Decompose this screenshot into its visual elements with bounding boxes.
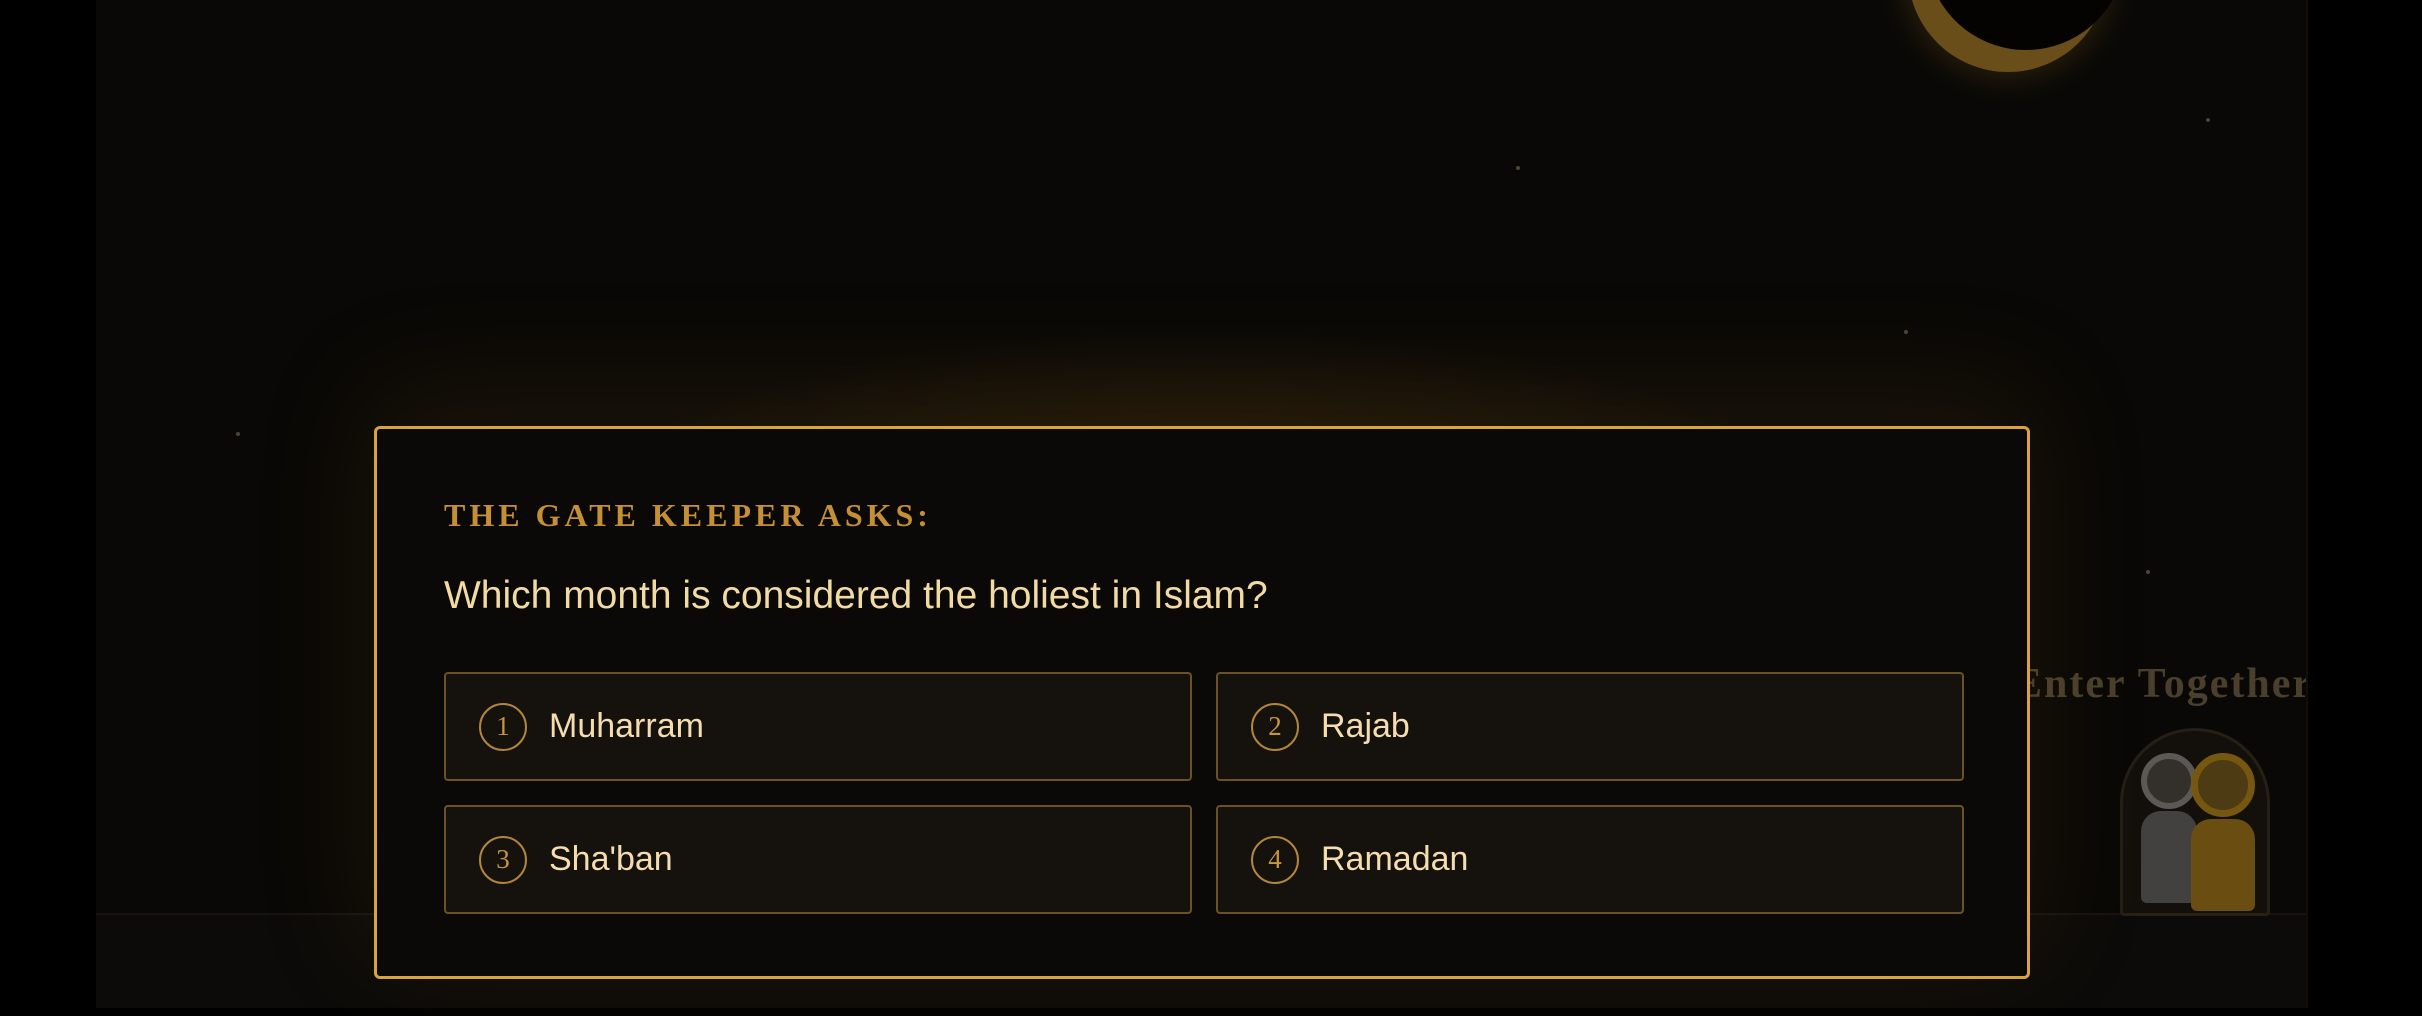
quiz-dialog: The Gate Keeper asks: Which month is con… xyxy=(374,426,2030,979)
star xyxy=(1516,166,1520,170)
option-label: Muharram xyxy=(549,707,704,745)
star xyxy=(2146,570,2150,574)
option-number-badge: 1 xyxy=(479,702,527,751)
star xyxy=(236,432,240,436)
star xyxy=(1904,330,1908,334)
enter-together-sign: Enter Together xyxy=(2014,661,2308,707)
option-label: Sha'ban xyxy=(549,840,673,878)
option-number-badge: 3 xyxy=(479,835,527,884)
answer-option-4[interactable]: 4 Ramadan xyxy=(1216,805,1964,914)
answer-option-2[interactable]: 2 Rajab xyxy=(1216,672,1964,781)
gate-door xyxy=(2120,728,2270,916)
quiz-question: Which month is considered the holiest in… xyxy=(444,574,1268,617)
option-label: Rajab xyxy=(1321,707,1410,745)
boy-character-icon xyxy=(2141,753,2197,903)
crescent-moon-icon xyxy=(1926,0,2126,50)
answer-option-3[interactable]: 3 Sha'ban xyxy=(444,805,1192,914)
quiz-heading: The Gate Keeper asks: xyxy=(444,497,932,533)
option-number-badge: 4 xyxy=(1251,835,1299,884)
girl-character-icon xyxy=(2191,753,2255,911)
option-label: Ramadan xyxy=(1321,840,1469,878)
option-number-badge: 2 xyxy=(1251,702,1299,751)
star xyxy=(2206,118,2210,122)
answer-options: 1 Muharram 2 Rajab 3 Sha'ban 4 Ramadan xyxy=(444,672,1964,914)
answer-option-1[interactable]: 1 Muharram xyxy=(444,672,1192,781)
